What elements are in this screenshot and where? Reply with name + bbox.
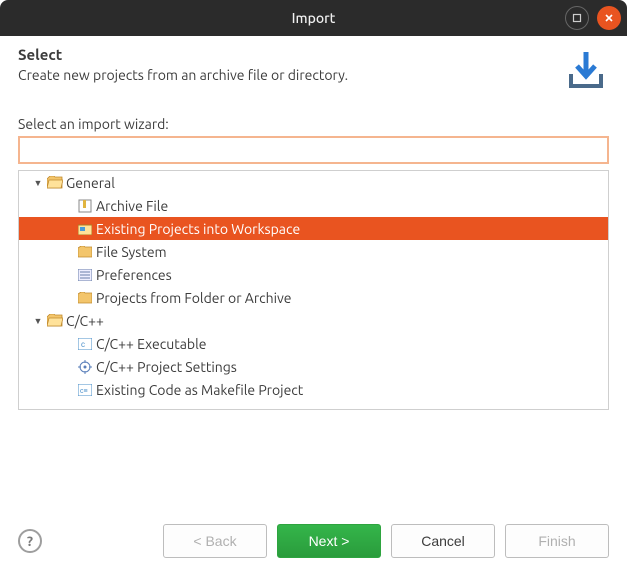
tree-item-label: C/C++ Executable [96,336,206,352]
page-description: Create new projects from an archive file… [18,67,551,83]
close-button[interactable] [597,6,621,30]
archive-icon [77,198,93,214]
titlebar: Import [0,0,627,36]
finish-button[interactable]: Finish [505,524,609,558]
filter-input[interactable] [18,136,609,164]
svg-text:c≡: c≡ [80,388,88,395]
import-icon [563,46,609,95]
cancel-button[interactable]: Cancel [391,524,495,558]
tree-item-label: Preferences [96,267,172,283]
tree-item-preferences[interactable]: Preferences [19,263,608,286]
tree-item-file-system[interactable]: File System [19,240,608,263]
help-button[interactable]: ? [18,529,42,553]
filter-label: Select an import wizard: [18,116,609,132]
back-button[interactable]: < Back [163,524,267,558]
chevron-down-icon: ▼ [31,314,45,328]
tree-item-label: C/C++ Project Settings [96,359,237,375]
page-title: Select [18,46,551,63]
tree-item-label: Projects from Folder or Archive [96,290,292,306]
next-button[interactable]: Next > [277,524,381,558]
tree-item-c-settings[interactable]: C/C++ Project Settings [19,355,608,378]
wizard-area: Select an import wizard: ▼ General Archi… [0,106,627,510]
wizard-tree[interactable]: ▼ General Archive File Ex [18,170,609,410]
maximize-button[interactable] [565,6,589,30]
tree-item-label: Existing Code as Makefile Project [96,382,303,398]
window-title: Import [0,10,627,26]
c-executable-icon: c [77,336,93,352]
tree-item-c-makefile[interactable]: c≡ Existing Code as Makefile Project [19,378,608,401]
tree-item-archive-file[interactable]: Archive File [19,194,608,217]
preferences-icon [77,267,93,283]
tree-item-projects-from-folder[interactable]: Projects from Folder or Archive [19,286,608,309]
tree-category-label: C/C++ [66,313,104,329]
header-panel: Select Create new projects from an archi… [0,36,627,106]
close-icon [604,13,614,23]
tree-item-label: Archive File [96,198,168,214]
folder-icon [77,244,93,260]
tree-category-ccpp[interactable]: ▼ C/C++ [19,309,608,332]
folder-icon [77,290,93,306]
tree-item-label: File System [96,244,167,260]
open-folder-icon [47,313,63,329]
svg-text:c: c [81,340,85,349]
button-bar: ? < Back Next > Cancel Finish [0,510,627,576]
chevron-down-icon: ▼ [31,176,45,190]
open-folder-icon [47,175,63,191]
help-icon: ? [27,533,33,549]
tree-item-existing-projects[interactable]: Existing Projects into Workspace [19,217,608,240]
square-icon [572,13,582,23]
dialog-content: Select Create new projects from an archi… [0,36,627,576]
project-icon [77,221,93,237]
tree-category-general[interactable]: ▼ General [19,171,608,194]
c-settings-icon [77,359,93,375]
tree-category-label: General [66,175,115,191]
window-controls [565,6,621,30]
tree-item-c-executable[interactable]: c C/C++ Executable [19,332,608,355]
c-makefile-icon: c≡ [77,382,93,398]
tree-item-label: Existing Projects into Workspace [96,221,300,237]
